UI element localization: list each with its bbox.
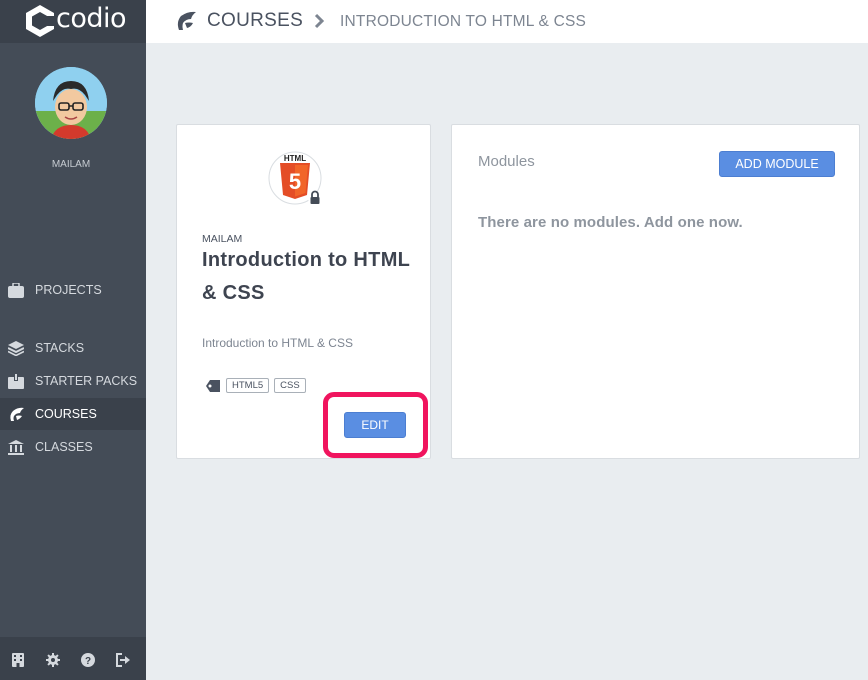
modules-title: Modules: [478, 153, 535, 170]
nav-label-classes: CLASSES: [35, 440, 93, 454]
course-tags: HTML5 CSS: [206, 378, 311, 393]
briefcase-icon: [7, 281, 25, 299]
nav-item-courses[interactable]: COURSES: [0, 398, 146, 430]
bank-icon: [7, 438, 25, 456]
nav-label-courses: COURSES: [35, 407, 97, 421]
breadcrumb-current-page: INTRODUCTION TO HTML & CSS: [340, 13, 587, 30]
avatar[interactable]: [35, 67, 107, 139]
layers-icon: [7, 339, 25, 357]
sidebar-footer: ?: [0, 637, 146, 680]
tag-icon: [206, 379, 220, 392]
tag-css[interactable]: CSS: [274, 378, 306, 393]
user-name: MAILAM: [51, 159, 91, 170]
courses-icon: [177, 11, 196, 30]
modules-empty-message: There are no modules. Add one now.: [478, 214, 743, 231]
lock-icon: [308, 190, 322, 205]
logo-bar[interactable]: codio: [0, 0, 146, 43]
svg-text:HTML: HTML: [284, 154, 306, 163]
sidebar: codio MAILAM PROJECTS STACKS STARTER PAC…: [0, 0, 146, 680]
nav-item-stacks[interactable]: STACKS: [0, 332, 146, 364]
tag-html5[interactable]: HTML5: [226, 378, 270, 393]
breadcrumb-courses-link[interactable]: COURSES: [207, 10, 303, 32]
chevron-right-icon: [314, 13, 325, 29]
gear-icon[interactable]: [46, 653, 60, 667]
nav-item-starter-packs[interactable]: STARTER PACKS: [0, 365, 146, 397]
add-module-button[interactable]: ADD MODULE: [719, 151, 835, 177]
course-description: Introduction to HTML & CSS: [202, 336, 353, 350]
nav-label-starter-packs: STARTER PACKS: [35, 374, 138, 388]
nav-item-projects[interactable]: PROJECTS: [0, 274, 146, 306]
svg-text:?: ?: [85, 656, 91, 667]
codio-logo-icon: [26, 5, 55, 37]
logout-icon[interactable]: [116, 653, 130, 667]
nav-label-stacks: STACKS: [35, 341, 85, 355]
box-icon: [7, 372, 25, 390]
help-icon[interactable]: ?: [81, 653, 95, 667]
courses-icon: [7, 405, 25, 423]
nav-label-projects: PROJECTS: [35, 283, 102, 297]
modules-panel: Modules ADD MODULE There are no modules.…: [451, 124, 860, 459]
course-card: HTML 5 MAILAM Introduction to HTML & CSS…: [176, 124, 431, 459]
edit-button[interactable]: EDIT: [344, 412, 406, 438]
svg-text:5: 5: [289, 169, 301, 194]
avatar-image: [35, 67, 107, 139]
app-logo-text: codio: [56, 3, 127, 34]
course-title: Introduction to HTML & CSS: [202, 249, 410, 304]
building-icon[interactable]: [11, 653, 25, 667]
nav-item-classes[interactable]: CLASSES: [0, 431, 146, 463]
breadcrumb: COURSES INTRODUCTION TO HTML & CSS: [146, 0, 868, 43]
